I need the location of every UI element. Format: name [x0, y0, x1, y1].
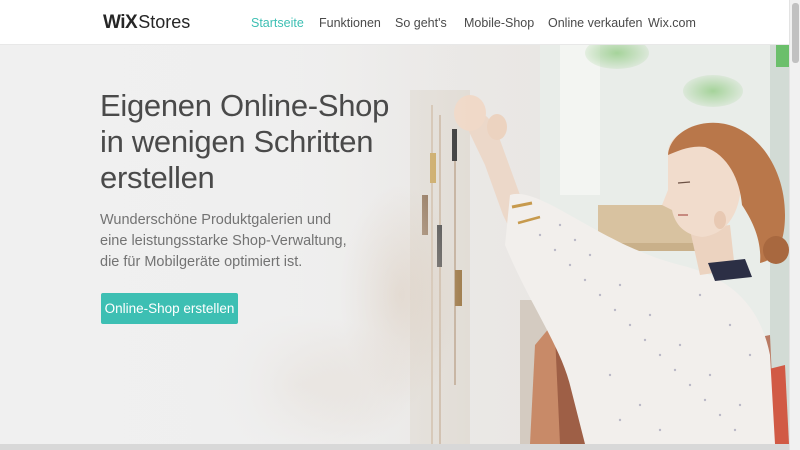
- nav-item-online-verkaufen[interactable]: Online verkaufen: [548, 16, 643, 30]
- nav-item-so-gehts[interactable]: So geht's: [395, 16, 447, 30]
- main-nav: Startseite Funktionen So geht's Mobile-S…: [0, 0, 789, 45]
- page: WiX Stores Startseite Funktionen So geht…: [0, 0, 800, 450]
- hero-subtext-line-3: die für Mobilgeräte optimiert ist.: [100, 254, 303, 270]
- nav-item-funktionen[interactable]: Funktionen: [319, 16, 381, 30]
- hero-headline-line-3: erstellen: [100, 160, 215, 195]
- hero-subtext-line-1: Wunderschöne Produktgalerien und: [100, 212, 332, 228]
- create-online-shop-button[interactable]: Online-Shop erstellen: [101, 293, 238, 324]
- bottom-strip: [0, 444, 789, 450]
- nav-item-mobile-shop[interactable]: Mobile-Shop: [464, 16, 534, 30]
- hero-headline: Eigenen Online-Shop in wenigen Schritten…: [100, 88, 420, 196]
- hero-headline-line-1: Eigenen Online-Shop: [100, 88, 390, 123]
- nav-item-startseite[interactable]: Startseite: [251, 16, 304, 30]
- scrollbar-thumb[interactable]: [792, 3, 799, 63]
- site-header: WiX Stores Startseite Funktionen So geht…: [0, 0, 789, 45]
- page-scrollbar[interactable]: [789, 0, 800, 450]
- nav-item-wix-com[interactable]: Wix.com: [648, 16, 696, 30]
- hero-subtext: Wunderschöne Produktgalerien und eine le…: [100, 210, 400, 273]
- hero-headline-line-2: in wenigen Schritten: [100, 124, 374, 159]
- hero-subtext-line-2: eine leistungsstarke Shop-Verwaltung,: [100, 233, 347, 249]
- hero-section: Eigenen Online-Shop in wenigen Schritten…: [0, 45, 789, 444]
